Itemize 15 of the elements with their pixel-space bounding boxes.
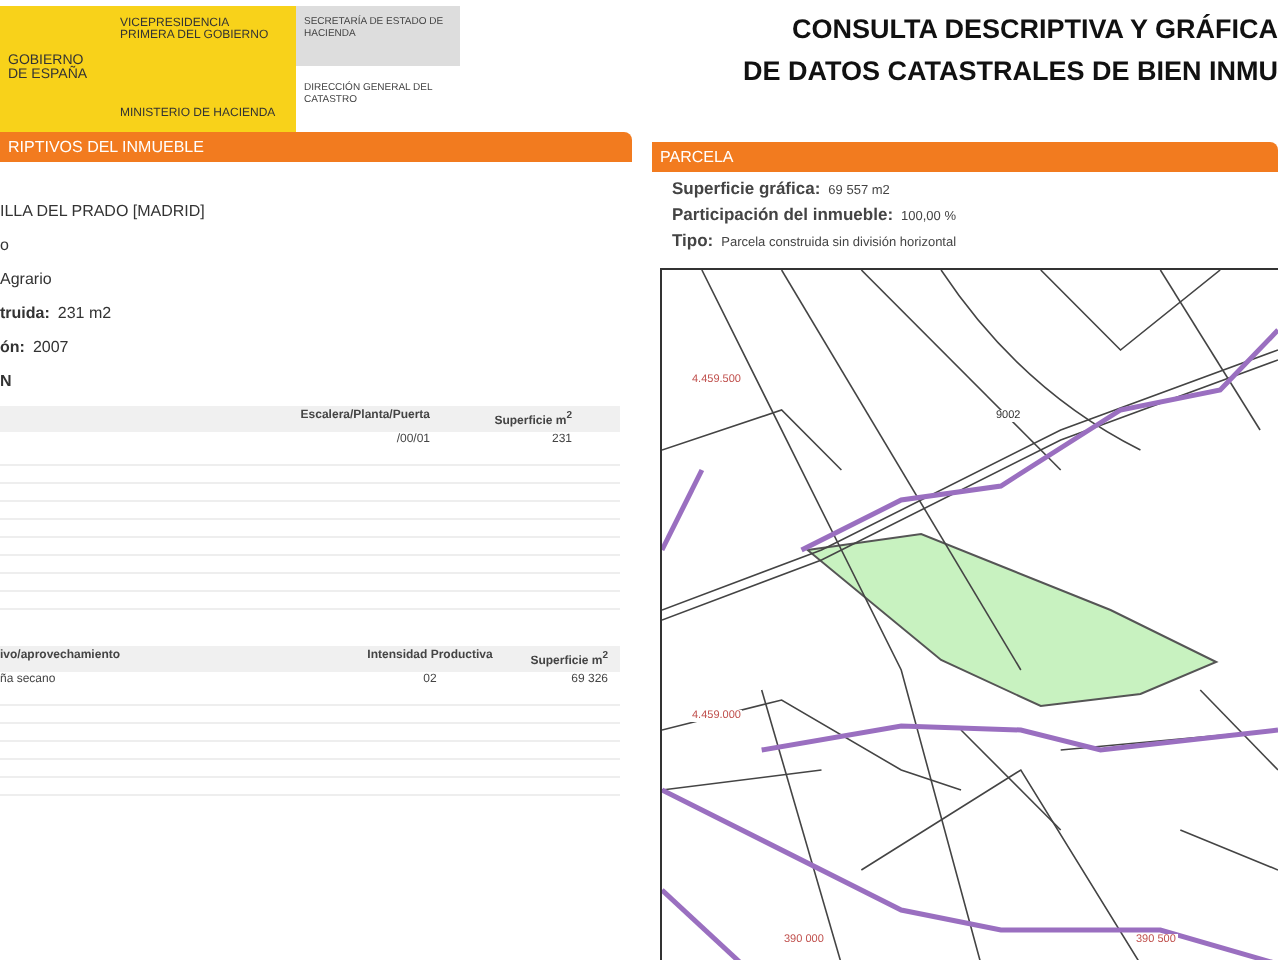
field-label: Superficie gráfica: xyxy=(672,178,821,198)
field-value: ILLA DEL PRADO [MADRID] xyxy=(0,202,205,220)
document-title: DE DATOS CATASTRALES DE BIEN INMU xyxy=(740,54,1278,90)
field-label: N xyxy=(0,372,12,390)
section-header: RIPTIVOS DEL INMUEBLE xyxy=(0,132,632,162)
field-label: truida: xyxy=(0,304,50,322)
field-label: ón: xyxy=(0,338,25,356)
section-header: PARCELA xyxy=(652,142,1278,172)
document-title: CONSULTA DESCRIPTIVA Y GRÁFICA xyxy=(789,12,1278,48)
field-value: Agrario xyxy=(0,270,52,288)
field-value: o xyxy=(0,236,9,254)
field-value: 2007 xyxy=(32,338,69,356)
field-label: Participación del inmueble: xyxy=(672,204,894,224)
field-label: Tipo: xyxy=(672,230,714,250)
field-value: 231 m2 xyxy=(57,304,112,322)
